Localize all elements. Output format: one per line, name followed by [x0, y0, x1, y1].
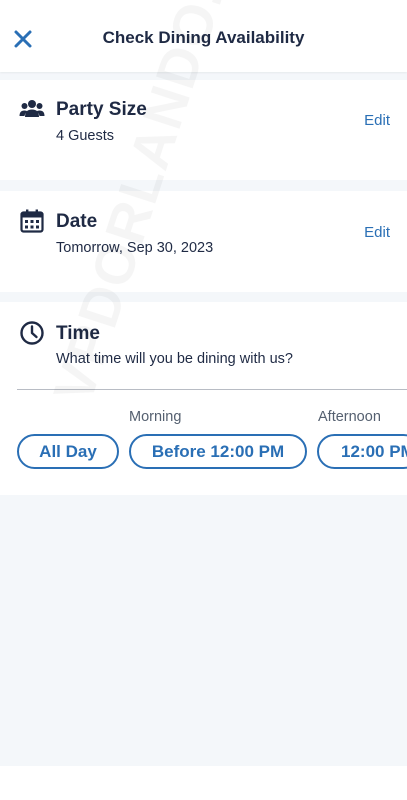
date-card: Date Tomorrow, Sep 30, 2023 Edit — [0, 191, 407, 292]
afternoon-label: Afternoon — [318, 409, 381, 425]
date-title: Date — [56, 211, 98, 232]
group-icon — [19, 100, 45, 117]
party-size-value: 4 Guests — [56, 128, 115, 144]
time-prompt: What time will you be dining with us? — [56, 351, 293, 367]
party-size-title: Party Size — [56, 99, 147, 120]
noon-option[interactable]: 12:00 PM — [317, 434, 407, 469]
date-value: Tomorrow, Sep 30, 2023 — [56, 240, 214, 256]
header-bar: Check Dining Availability — [0, 0, 407, 72]
edit-party-size-link[interactable]: Edit — [364, 112, 390, 129]
calendar-icon — [20, 209, 44, 233]
bottom-strip — [0, 766, 407, 800]
all-day-option[interactable]: All Day — [17, 434, 119, 469]
before-noon-option[interactable]: Before 12:00 PM — [129, 434, 307, 469]
party-size-card: Party Size 4 Guests Edit — [0, 80, 407, 180]
time-title: Time — [56, 323, 101, 344]
clock-icon — [20, 321, 44, 345]
morning-label: Morning — [129, 409, 182, 425]
time-card: Time What time will you be dining with u… — [0, 302, 407, 495]
page-title: Check Dining Availability — [102, 28, 305, 47]
edit-date-link[interactable]: Edit — [364, 224, 390, 241]
divider — [17, 389, 407, 390]
